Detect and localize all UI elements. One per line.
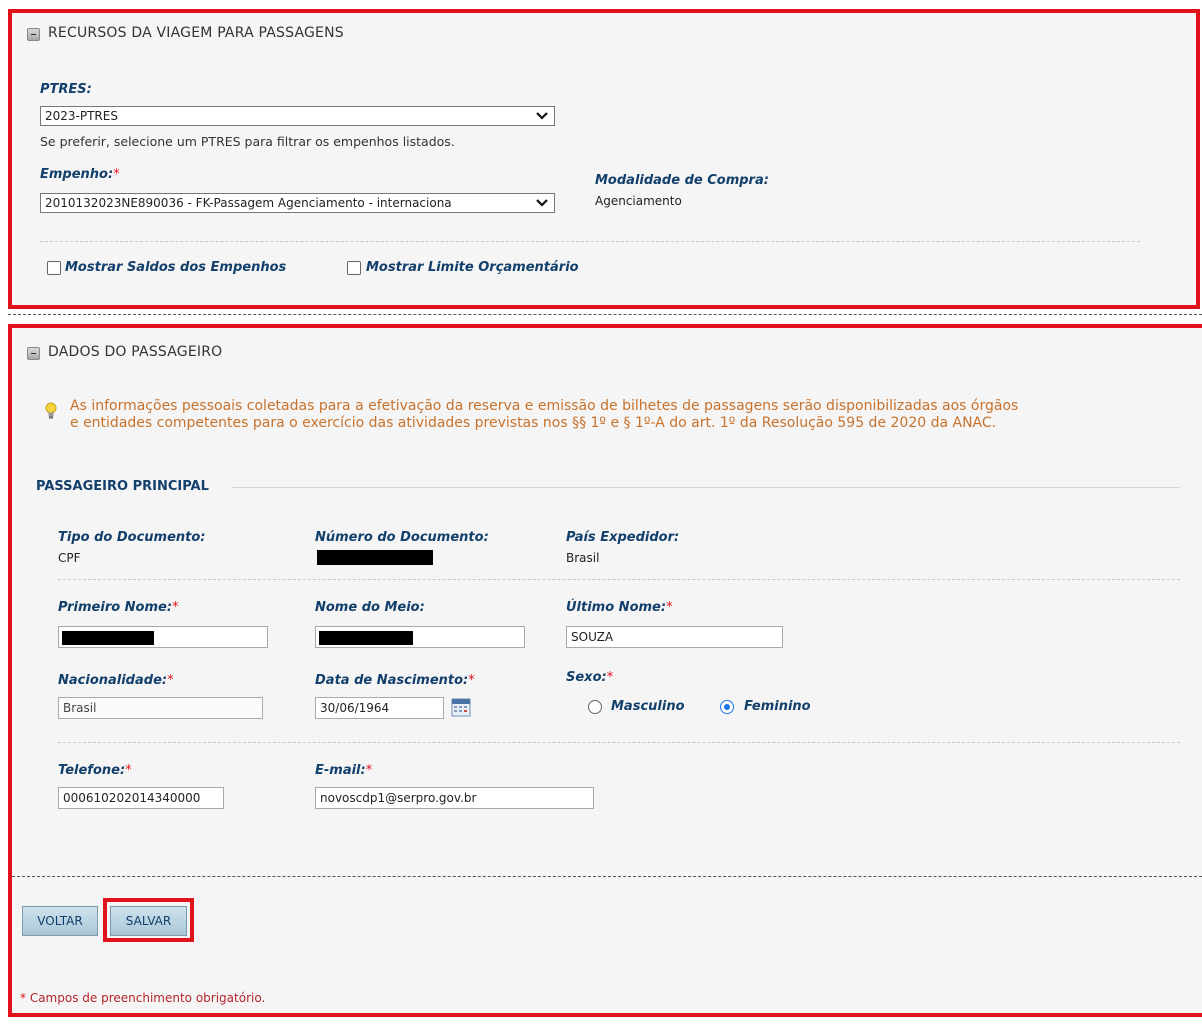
tipo-documento-value: CPF	[58, 551, 81, 565]
actions-separator	[12, 876, 1202, 877]
email-input[interactable]: novoscdp1@serpro.gov.br	[315, 787, 594, 809]
telefone-input[interactable]: 000610202014340000	[58, 787, 224, 809]
required-footnote: * Campos de preenchimento obrigatório.	[20, 991, 265, 1005]
empenho-label-text: Empenho:	[40, 167, 114, 182]
primeiro-nome-label-text: Primeiro Nome:	[58, 600, 173, 615]
required-mark: *	[113, 167, 120, 182]
ultimo-nome-label-text: Último Nome:	[566, 600, 667, 615]
chevron-down-icon	[536, 112, 548, 120]
required-footnote-text: Campos de preenchimento obrigatório.	[29, 991, 266, 1005]
ptres-select-value: 2023-PTRES	[45, 109, 118, 123]
nome-meio-label: Nome do Meio:	[315, 600, 425, 615]
passageiro-collapse-icon[interactable]	[27, 347, 40, 360]
ptres-hint: Se preferir, selecione um PTRES para fil…	[40, 134, 455, 149]
passageiro-title: DADOS DO PASSAGEIRO	[48, 344, 223, 360]
modalidade-label: Modalidade de Compra:	[595, 173, 769, 188]
nacionalidade-label-text: Nacionalidade:	[58, 673, 168, 688]
empenho-label: Empenho:*	[40, 167, 120, 182]
empenho-select-value: 2010132023NE890036 - FK-Passagem Agencia…	[45, 196, 452, 210]
email-label: E-mail:*	[315, 763, 372, 778]
recursos-collapse-icon[interactable]	[27, 28, 40, 41]
modalidade-value: Agenciamento	[595, 194, 682, 208]
tipo-documento-label: Tipo do Documento:	[58, 530, 206, 545]
mostrar-saldos-label[interactable]: Mostrar Saldos dos Empenhos	[65, 260, 286, 275]
empenho-select[interactable]: 2010132023NE890036 - FK-Passagem Agencia…	[40, 193, 555, 213]
required-mark: *	[20, 991, 26, 1005]
salvar-button[interactable]: SALVAR	[110, 906, 187, 936]
data-nascimento-label: Data de Nascimento:*	[315, 673, 475, 688]
numero-documento-redacted	[317, 550, 433, 565]
data-nascimento-input[interactable]: 30/06/1964	[315, 697, 444, 719]
required-mark: *	[172, 600, 179, 615]
required-mark: *	[167, 673, 174, 688]
data-nascimento-label-text: Data de Nascimento:	[315, 673, 469, 688]
voltar-button[interactable]: VOLTAR	[22, 906, 98, 936]
ptres-select[interactable]: 2023-PTRES	[40, 106, 555, 126]
pais-expedidor-value: Brasil	[566, 551, 600, 565]
required-mark: *	[468, 673, 475, 688]
chevron-down-icon	[536, 199, 548, 207]
nome-meio-redacted	[319, 631, 413, 645]
ultimo-nome-input[interactable]: SOUZA	[566, 626, 783, 648]
sexo-feminino-radio[interactable]	[720, 700, 734, 714]
ultimo-nome-label: Último Nome:*	[566, 600, 673, 615]
required-mark: *	[606, 670, 614, 685]
divider	[58, 742, 1180, 743]
sexo-feminino-label[interactable]: Feminino	[744, 699, 811, 714]
section-separator	[8, 314, 1202, 315]
mostrar-saldos-checkbox[interactable]	[47, 261, 61, 275]
sexo-label: Sexo:*	[566, 670, 613, 685]
sexo-label-text: Sexo:	[566, 670, 607, 685]
recursos-title: RECURSOS DA VIAGEM PARA PASSAGENS	[48, 25, 344, 41]
sexo-masculino-radio[interactable]	[588, 700, 602, 714]
nacionalidade-input[interactable]: Brasil	[58, 697, 263, 719]
nacionalidade-label: Nacionalidade:*	[58, 673, 174, 688]
privacy-notice-line1: As informações pessoais coletadas para a…	[70, 398, 1019, 414]
telefone-label: Telefone:*	[58, 763, 132, 778]
required-mark: *	[125, 763, 132, 778]
primeiro-nome-redacted	[62, 631, 154, 645]
ptres-label: PTRES:	[40, 82, 92, 97]
lightbulb-icon	[45, 402, 57, 419]
privacy-notice-line2: e entidades competentes para o exercício…	[70, 415, 997, 431]
primeiro-nome-label: Primeiro Nome:*	[58, 600, 179, 615]
pais-expedidor-label: País Expedidor:	[566, 530, 680, 545]
mostrar-limite-checkbox[interactable]	[347, 261, 361, 275]
passageiro-principal-heading: PASSAGEIRO PRINCIPAL	[36, 479, 209, 494]
required-mark: *	[365, 763, 373, 778]
heading-rule	[232, 487, 1180, 488]
telefone-label-text: Telefone:	[58, 763, 126, 778]
divider	[40, 241, 1140, 242]
required-mark: *	[666, 600, 673, 615]
sexo-masculino-label[interactable]: Masculino	[611, 699, 685, 714]
numero-documento-label: Número do Documento:	[315, 530, 489, 545]
divider	[58, 579, 1180, 580]
mostrar-limite-label[interactable]: Mostrar Limite Orçamentário	[366, 260, 579, 275]
email-label-text: E-mail:	[315, 763, 366, 778]
calendar-icon[interactable]	[451, 697, 471, 717]
